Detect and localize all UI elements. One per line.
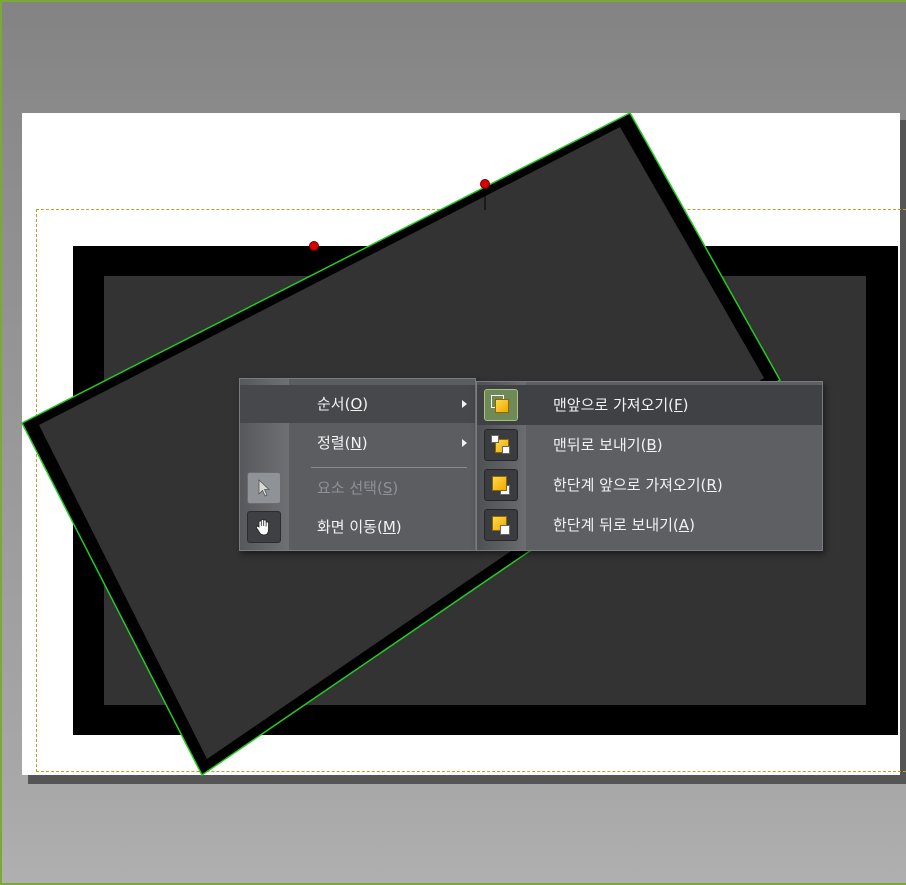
send-backward-icon [484,509,518,541]
submenu-item-bring-forward[interactable]: 한단계 앞으로 가져오기(R) [477,465,822,505]
menu-item-label: 화면 이동(M) [317,518,402,536]
bring-forward-icon [484,469,518,501]
send-to-back-icon [484,429,518,461]
order-submenu: 맨앞으로 가져오기(F) 맨뒤로 보내기(B) 한단계 앞으로 가져오기(R) … [476,381,823,551]
menu-separator [311,467,467,468]
submenu-item-label: 맨앞으로 가져오기(F) [553,396,689,414]
submenu-item-label: 한단계 뒤로 보내기(A) [553,516,695,534]
menu-item-order[interactable]: 순서(O) [240,385,475,423]
menu-item-select-element[interactable]: 요소 선택(S) [240,469,475,507]
menu-item-label: 요소 선택(S) [317,479,399,497]
submenu-item-send-to-back[interactable]: 맨뒤로 보내기(B) [477,425,822,465]
menu-item-label: 정렬(N) [317,434,368,452]
submenu-item-send-backward[interactable]: 한단계 뒤로 보내기(A) [477,505,822,545]
hand-pan-icon [247,511,281,543]
menu-item-pan-view[interactable]: 화면 이동(M) [240,508,475,546]
rotation-handle[interactable] [480,179,490,189]
menu-item-label: 순서(O) [317,395,369,413]
menu-item-align[interactable]: 정렬(N) [240,424,475,462]
bring-to-front-icon [484,389,518,421]
submenu-arrow-icon [462,400,467,408]
submenu-arrow-icon [462,439,467,447]
submenu-item-label: 한단계 앞으로 가져오기(R) [553,476,723,494]
rotation-handle-secondary[interactable] [309,241,319,251]
context-menu: 순서(O) 정렬(N) 요소 선택(S) 화면 이동(M) [239,378,476,551]
pointer-icon [247,472,281,504]
submenu-item-bring-to-front[interactable]: 맨앞으로 가져오기(F) [477,385,822,425]
submenu-item-label: 맨뒤로 보내기(B) [553,436,663,454]
